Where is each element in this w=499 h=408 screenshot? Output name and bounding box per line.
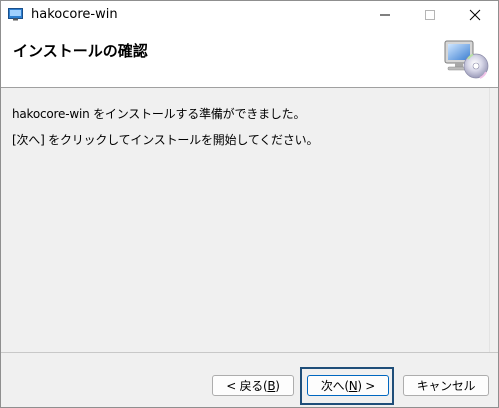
maximize-icon [425,10,435,20]
footer-divider [1,352,498,353]
close-button[interactable] [453,1,497,29]
right-edge [489,88,498,352]
installer-window: hakocore-win インストールの確認 hakocore-win をインス… [0,0,499,408]
minimize-button[interactable] [363,1,407,29]
back-button[interactable]: < 戻る(B) [212,375,294,396]
next-button[interactable]: 次へ(N) > [307,375,389,396]
installer-app-icon [8,8,23,21]
ready-message: hakocore-win をインストールする準備ができました。 [12,107,306,121]
computer-cd-icon [444,40,489,79]
back-label-end: ) [275,379,280,393]
next-label: 次へ( [320,379,349,393]
title-bar[interactable]: hakocore-win [1,1,498,29]
cancel-button[interactable]: キャンセル [403,375,489,396]
minimize-icon [380,14,390,16]
header-banner: インストールの確認 [1,29,498,88]
next-label-end: ) > [357,379,376,393]
maximize-button[interactable] [407,1,451,29]
back-label: < 戻る( [226,379,268,393]
close-icon [469,9,481,21]
instruction-message: [次へ] をクリックしてインストールを開始してください。 [12,133,319,147]
window-title: hakocore-win [31,7,118,22]
page-title: インストールの確認 [13,42,148,60]
